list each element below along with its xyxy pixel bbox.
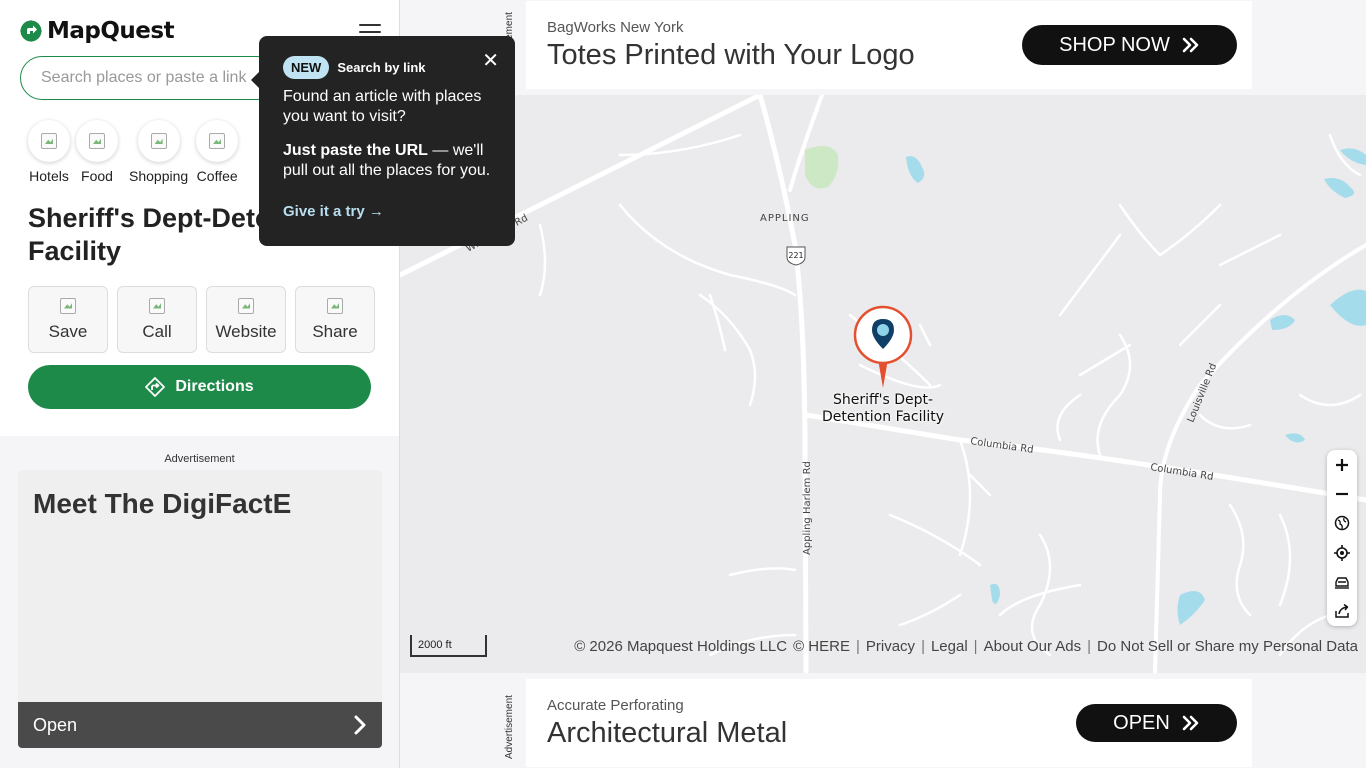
bottom-ad-strip: Advertisement Accurate Perforating Archi… [400, 673, 1366, 768]
map-scale: 2000 ft [410, 635, 487, 657]
share-button[interactable]: Share [295, 286, 375, 353]
zoom-in-icon [1336, 458, 1348, 471]
svg-text:221: 221 [788, 251, 803, 260]
shopping-icon [137, 120, 180, 162]
ad-brand: Accurate Perforating [547, 697, 684, 714]
category-label: Coffee [196, 168, 238, 184]
give-it-a-try-link[interactable]: Give it a try → [283, 203, 384, 220]
shop-now-button[interactable]: SHOP NOW [1022, 25, 1237, 65]
double-chevron-icon [1182, 37, 1199, 53]
open-button[interactable]: OPEN [1076, 704, 1237, 742]
road-label-louisville: Louisville Rd [1186, 362, 1220, 424]
mapquest-logo[interactable]: MapQuest [19, 18, 175, 44]
ad-label: Advertisement [504, 695, 515, 759]
category-food[interactable]: Food [76, 120, 118, 184]
locate-icon [1334, 544, 1350, 561]
zoom-in-button[interactable] [1327, 450, 1357, 479]
popover-body: Found an article with places you want to… [283, 88, 482, 125]
globe-icon [1334, 515, 1350, 531]
here-link[interactable]: © HERE [793, 638, 850, 655]
map-canvas[interactable]: APPLING 221 Appling Harlem Rd Columbia R… [400, 95, 1366, 673]
legal-link[interactable]: Legal [931, 638, 968, 655]
sidebar-ad[interactable]: Meet The DigiFactE Open [18, 470, 382, 748]
ad-label: Advertisement [164, 453, 235, 465]
road-label-appling: APPLING [760, 213, 810, 224]
coffee-icon [196, 120, 239, 162]
ad-headline: Meet The DigiFactE [33, 488, 292, 519]
search-input[interactable] [41, 69, 259, 87]
ad-open-bar[interactable]: Open [18, 702, 382, 748]
privacy-link[interactable]: Privacy [866, 638, 915, 655]
share-label: Share [312, 321, 358, 341]
new-badge: NEW [283, 56, 330, 79]
ad-headline: Architectural Metal [547, 717, 788, 749]
website-icon [238, 297, 254, 314]
zoom-out-button[interactable] [1327, 479, 1357, 508]
category-shopping[interactable]: Shopping [129, 120, 188, 184]
pin-label: Sheriff's Dept- Detention Facility [798, 392, 968, 426]
map-footer: © 2026 Mapquest Holdings LLC © HERE | Pr… [574, 638, 1358, 655]
pin-label-line1: Sheriff's Dept- [832, 392, 934, 408]
call-label: Call [142, 321, 172, 341]
zoom-out-icon [1336, 492, 1348, 496]
double-chevron-icon [1182, 715, 1199, 731]
sidebar-ad-container: Advertisement Meet The DigiFactE Open [0, 436, 399, 768]
bottom-ad[interactable]: Accurate Perforating Architectural Metal… [526, 679, 1252, 767]
do-not-sell-link[interactable]: Do Not Sell or Share my Personal Data [1097, 638, 1358, 655]
traffic-button[interactable] [1327, 567, 1357, 596]
call-icon [149, 297, 165, 314]
map-controls [1327, 450, 1357, 626]
top-ad[interactable]: BagWorks New York Totes Printed with You… [526, 1, 1252, 89]
route-221-shield: 221 [786, 246, 806, 266]
share-map-icon [1335, 604, 1349, 618]
directions-button[interactable]: Directions [28, 365, 371, 409]
save-button[interactable]: Save [28, 286, 108, 353]
location-pin-icon[interactable] [852, 304, 914, 392]
ad-open-label: Open [33, 714, 78, 735]
copyright-text: © 2026 Mapquest Holdings LLC [574, 638, 788, 655]
popover-header: NEW Search by link [283, 56, 491, 79]
hotel-icon [28, 120, 70, 162]
road-label-appling-harlem: Appling Harlem Rd [802, 461, 813, 555]
pin-label-line2: Detention Facility [821, 409, 945, 425]
open-label: OPEN [1113, 711, 1170, 734]
category-label: Shopping [129, 168, 189, 184]
category-label: Food [81, 168, 113, 184]
ad-headline: Totes Printed with Your Logo [547, 39, 915, 71]
logo-mark-icon [20, 20, 42, 42]
share-map-button[interactable] [1327, 596, 1357, 625]
food-icon [76, 120, 118, 162]
save-icon [60, 297, 76, 314]
logo-text: MapQuest [47, 18, 175, 44]
directions-icon [145, 377, 166, 397]
about-ads-link[interactable]: About Our Ads [984, 638, 1082, 655]
category-coffee[interactable]: Coffee [196, 120, 239, 184]
place-actions: Save Call Website Share [28, 286, 375, 353]
category-hotels[interactable]: Hotels [28, 120, 70, 184]
save-label: Save [48, 321, 88, 341]
traffic-icon [1335, 577, 1349, 589]
website-label: Website [215, 321, 277, 341]
globe-button[interactable] [1327, 509, 1357, 538]
chevron-right-icon [354, 715, 366, 735]
category-row: Hotels Food Shopping Coffee [28, 120, 239, 184]
category-label: Hotels [29, 168, 69, 184]
popover-body-bold: Just paste the URL [283, 142, 428, 159]
road-label-columbia-1: Columbia Rd [970, 436, 1035, 456]
directions-label: Directions [175, 378, 254, 395]
website-button[interactable]: Website [206, 286, 286, 353]
close-icon[interactable]: ✕ [482, 51, 499, 71]
call-button[interactable]: Call [117, 286, 197, 353]
top-ad-strip: Advertisement BagWorks New York Totes Pr… [400, 0, 1366, 95]
share-icon [327, 297, 343, 314]
ad-brand: BagWorks New York [547, 19, 684, 36]
search-by-link-popover: NEW Search by link ✕ Found an article wi… [251, 36, 515, 246]
popover-title: Search by link [337, 60, 426, 75]
search-box[interactable] [20, 56, 280, 100]
shop-now-label: SHOP NOW [1059, 33, 1170, 56]
popover-body-2: Just paste the URL — we'll pull out all … [283, 141, 491, 181]
locate-button[interactable] [1327, 538, 1357, 567]
